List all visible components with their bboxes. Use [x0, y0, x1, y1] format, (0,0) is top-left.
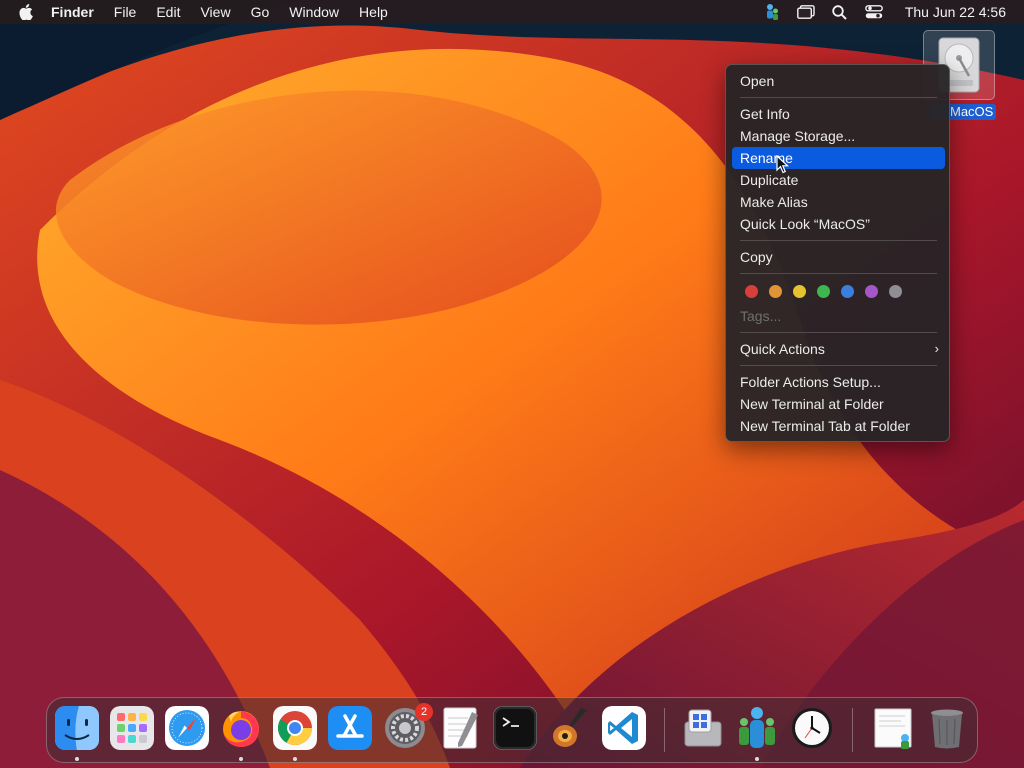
garageband-icon[interactable] — [547, 706, 591, 750]
menu-bar: Finder File Edit View Go Window Help Thu… — [0, 0, 1024, 24]
menu-item-quick-actions[interactable]: Quick Actions › — [732, 338, 945, 360]
menu-app-name[interactable]: Finder — [41, 0, 104, 24]
running-indicator — [293, 757, 297, 761]
chevron-right-icon: › — [934, 341, 939, 356]
control-center-icon[interactable] — [863, 0, 885, 24]
menu-separator — [740, 365, 937, 366]
menu-separator — [740, 273, 937, 274]
desktop: Finder File Edit View Go Window Help Thu… — [0, 0, 1024, 768]
apple-logo-icon[interactable] — [19, 0, 35, 24]
boot-camp-assistant-icon[interactable] — [681, 706, 725, 750]
document-stack-icon[interactable] — [871, 706, 915, 750]
menu-item-rename[interactable]: Rename — [732, 147, 945, 169]
menu-item-tags: Tags... — [740, 308, 782, 324]
spotlight-search-icon[interactable] — [829, 0, 851, 24]
clock-icon[interactable] — [790, 706, 834, 750]
running-indicator — [75, 757, 79, 761]
running-indicator — [239, 757, 243, 761]
menu-item-quick-actions-label: Quick Actions — [740, 341, 825, 357]
screen-mirroring-icon[interactable] — [795, 0, 817, 24]
menu-edit[interactable]: Edit — [146, 0, 190, 24]
firefox-icon[interactable] — [219, 706, 263, 750]
mouse-pointer-icon — [776, 155, 790, 174]
menu-item-quick-look[interactable]: Quick Look “MacOS” — [732, 213, 945, 235]
menu-item-duplicate[interactable]: Duplicate — [732, 169, 945, 191]
menu-item-folder-actions-setup[interactable]: Folder Actions Setup... — [732, 371, 945, 393]
context-menu: Open Get Info Manage Storage... Rename D… — [725, 64, 950, 442]
tag-red[interactable] — [745, 285, 758, 298]
notification-badge: 2 — [415, 703, 433, 721]
menu-item-manage-storage[interactable]: Manage Storage... — [732, 125, 945, 147]
menu-separator — [740, 332, 937, 333]
tag-purple[interactable] — [865, 285, 878, 298]
menu-window[interactable]: Window — [279, 0, 349, 24]
menu-item-copy[interactable]: Copy — [732, 246, 945, 268]
tag-yellow[interactable] — [793, 285, 806, 298]
trash-icon[interactable] — [925, 706, 969, 750]
dock-separator — [852, 708, 853, 752]
menu-item-get-info[interactable]: Get Info — [732, 103, 945, 125]
network-person-icon[interactable] — [761, 0, 783, 24]
chrome-icon[interactable] — [273, 706, 317, 750]
launchpad-icon[interactable] — [110, 706, 154, 750]
running-indicator — [755, 757, 759, 761]
tag-orange[interactable] — [769, 285, 782, 298]
menu-help[interactable]: Help — [349, 0, 398, 24]
finder-icon[interactable] — [55, 706, 99, 750]
safari-icon[interactable] — [165, 706, 209, 750]
menu-item-open[interactable]: Open — [732, 70, 945, 92]
dock-separator — [664, 708, 665, 752]
terminal-icon[interactable] — [493, 706, 537, 750]
menu-separator — [740, 240, 937, 241]
app-store-icon[interactable] — [328, 706, 372, 750]
tag-blue[interactable] — [841, 285, 854, 298]
textedit-icon[interactable] — [438, 706, 482, 750]
menu-separator — [740, 97, 937, 98]
dock: 2 — [46, 697, 978, 763]
vscode-icon[interactable] — [602, 706, 646, 750]
menu-item-make-alias[interactable]: Make Alias — [732, 191, 945, 213]
menu-file[interactable]: File — [104, 0, 147, 24]
network-people-icon[interactable] — [735, 706, 779, 750]
tag-gray[interactable] — [889, 285, 902, 298]
tag-green[interactable] — [817, 285, 830, 298]
menu-view[interactable]: View — [190, 0, 240, 24]
menu-bar-clock[interactable]: Thu Jun 22 4:56 — [905, 4, 1006, 20]
menu-item-new-terminal-at-folder[interactable]: New Terminal at Folder — [732, 393, 945, 415]
menu-go[interactable]: Go — [241, 0, 280, 24]
menu-bar-status-area: Thu Jun 22 4:56 — [755, 0, 1024, 24]
menu-item-new-terminal-tab-at-folder[interactable]: New Terminal Tab at Folder — [732, 415, 945, 437]
